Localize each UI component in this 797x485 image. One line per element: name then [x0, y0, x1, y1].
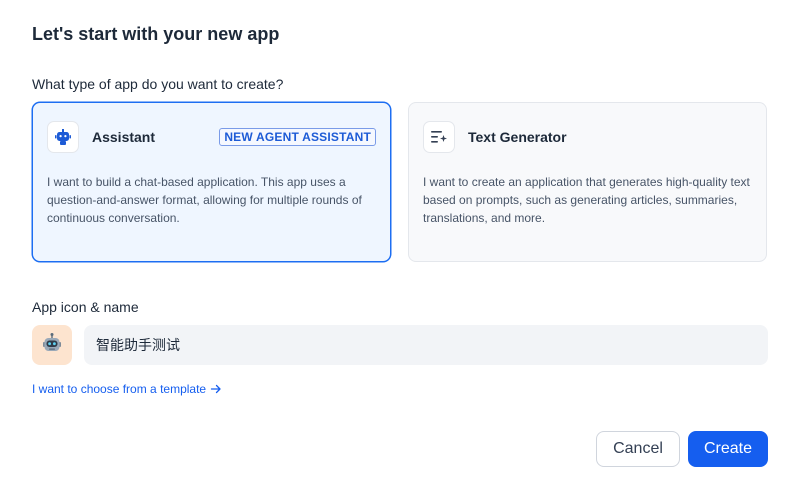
app-icon-name-label: App icon & name: [32, 299, 139, 315]
card-description: I want to build a chat-based application…: [47, 175, 362, 225]
app-type-card-text-generator[interactable]: Text Generator I want to create an appli…: [408, 102, 767, 262]
arrow-right-icon: [210, 383, 222, 395]
card-header: Assistant NEW AGENT ASSISTANT: [47, 121, 376, 153]
app-type-card-assistant[interactable]: Assistant NEW AGENT ASSISTANT I want to …: [32, 102, 391, 262]
new-agent-badge: NEW AGENT ASSISTANT: [219, 128, 376, 146]
dialog-title: Let's start with your new app: [32, 24, 280, 44]
app-icon-picker[interactable]: [32, 325, 72, 365]
template-link-label: I want to choose from a template: [32, 382, 207, 396]
robot-icon: [47, 121, 79, 153]
text-generate-icon: [423, 121, 455, 153]
card-header: Text Generator: [423, 121, 752, 153]
app-type-question: What type of app do you want to create?: [32, 76, 284, 92]
app-name-input[interactable]: [84, 325, 768, 365]
card-title: Text Generator: [468, 129, 567, 145]
create-app-dialog: Let's start with your new app What type …: [0, 0, 797, 485]
create-button[interactable]: Create: [688, 431, 768, 467]
robot-emoji-icon: [41, 332, 63, 359]
card-title: Assistant: [92, 129, 156, 145]
card-description: I want to create an application that gen…: [423, 175, 750, 225]
cancel-button[interactable]: Cancel: [596, 431, 680, 467]
choose-template-link[interactable]: I want to choose from a template: [32, 382, 222, 396]
